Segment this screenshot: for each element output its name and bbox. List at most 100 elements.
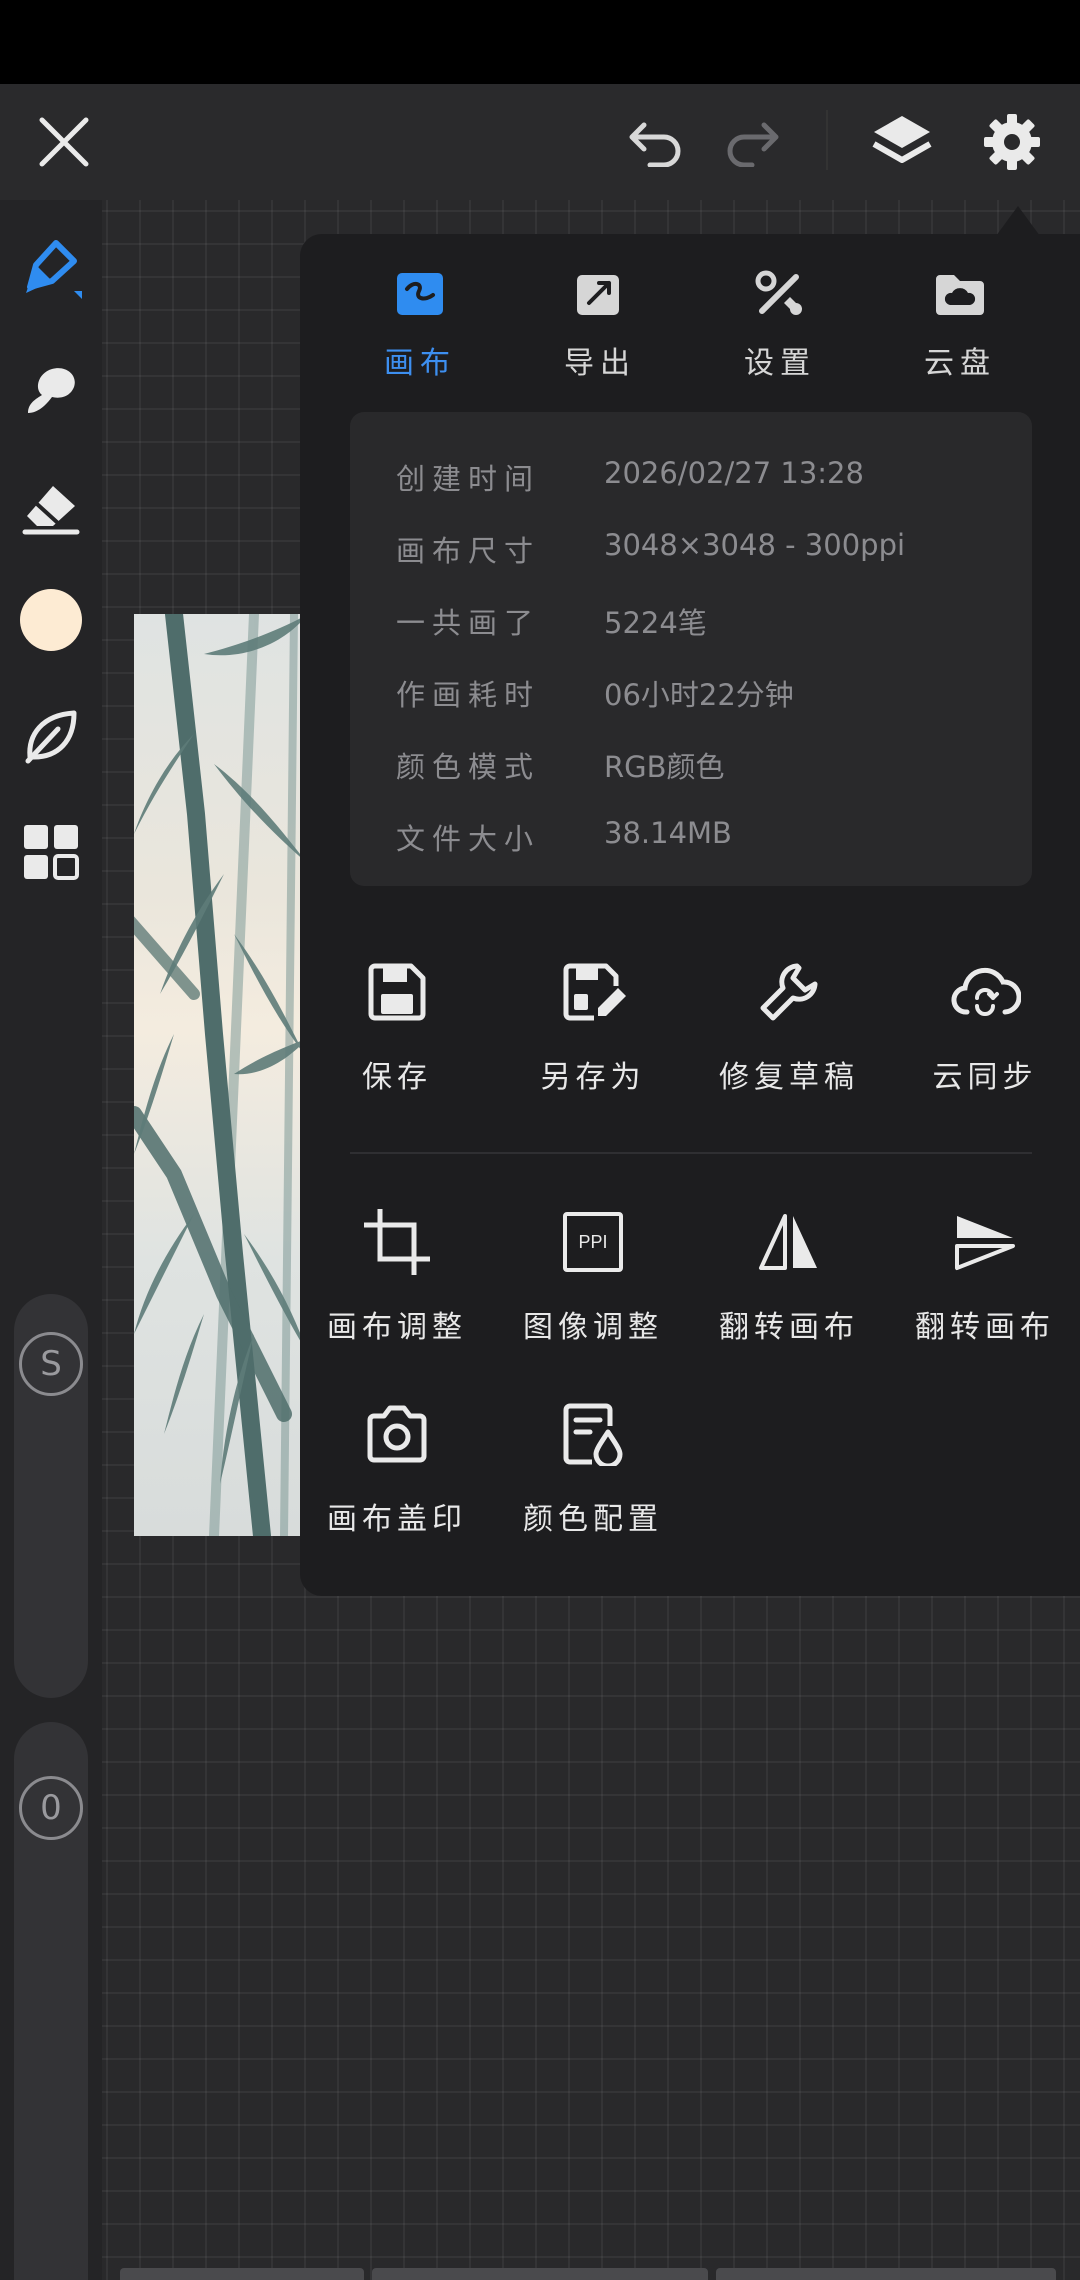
repair-draft-button[interactable]: 修复草稿 (694, 954, 884, 1124)
wrench-icon (751, 954, 827, 1030)
info-value: 2026/02/27 13:28 (604, 456, 864, 490)
opacity-slider[interactable]: 0 (14, 1722, 88, 2280)
layers-icon (872, 116, 932, 163)
info-row-duration: 作画耗时 06小时22分钟 (396, 672, 1016, 712)
save-label: 保存 (362, 1060, 432, 1095)
canvas-menu-panel: 画布 导出 设置 云盘 创建时间 2026/02/27 13:28 画布尺寸 3… (300, 234, 1080, 1596)
save-as-button[interactable]: 另存为 (498, 954, 688, 1124)
info-row-created: 创建时间 2026/02/27 13:28 (396, 456, 1016, 496)
redo-icon (727, 122, 779, 167)
tab-export[interactable]: 导出 (530, 264, 670, 384)
save-icon (359, 954, 435, 1030)
tab-cloud-drive-label: 云盘 (924, 346, 996, 381)
cloud-sync-label: 云同步 (932, 1060, 1038, 1095)
flip-horizontal-icon (751, 1204, 827, 1280)
image-adjust-button[interactable]: PPI 图像调整 (498, 1204, 688, 1374)
menu-pointer (996, 206, 1040, 236)
image-adjust-label: 图像调整 (523, 1310, 663, 1345)
eraser-icon (22, 486, 80, 535)
grid-tool[interactable] (11, 812, 91, 892)
bamboo-image (134, 614, 308, 1536)
left-toolbar: S 0 (0, 200, 102, 2280)
brush-size-slider[interactable]: S (14, 1294, 88, 1698)
flip-horizontal-button[interactable]: 翻转画布 (694, 1204, 884, 1374)
cloud-sync-icon (947, 954, 1023, 1030)
info-key: 作画耗时 (396, 678, 541, 712)
opacity-knob[interactable]: 0 (19, 1776, 83, 1840)
info-key: 颜色模式 (396, 750, 541, 784)
brush-tool-icon (26, 240, 82, 299)
cloud-sync-button[interactable]: 云同步 (890, 954, 1080, 1124)
save-button[interactable]: 保存 (302, 954, 492, 1124)
tab-canvas[interactable]: 画布 (350, 264, 490, 384)
current-color-icon (20, 589, 82, 651)
canvas-stamp-button[interactable]: 画布盖印 (302, 1396, 492, 1566)
smudge-icon (28, 368, 75, 413)
save-as-icon (555, 954, 631, 1030)
bottom-tab[interactable] (372, 2268, 708, 2280)
canvas-icon (390, 264, 450, 324)
leaf-icon (25, 710, 77, 764)
ppi-icon: PPI (555, 1204, 631, 1280)
smudge-tool[interactable] (11, 350, 91, 430)
info-value: 5224笔 (604, 606, 707, 640)
tab-cloud-drive[interactable]: 云盘 (890, 264, 1030, 384)
color-swatch[interactable] (11, 580, 91, 660)
tab-export-label: 导出 (564, 346, 636, 381)
color-profile-icon (555, 1396, 631, 1472)
cloud-drive-icon (930, 264, 990, 324)
grid-icon (24, 825, 79, 880)
info-value: 3048×3048 - 300ppi (604, 528, 906, 562)
canvas-info-card: 创建时间 2026/02/27 13:28 画布尺寸 3048×3048 - 3… (350, 412, 1032, 886)
settings-tools-icon (750, 264, 810, 324)
close-button[interactable] (24, 102, 104, 182)
tab-canvas-label: 画布 (384, 346, 456, 381)
flip-vertical-button[interactable]: 翻转画布 (890, 1204, 1080, 1374)
info-key: 文件大小 (396, 822, 541, 856)
ppi-icon-text: PPI (563, 1212, 623, 1272)
flip-vertical-icon (947, 1204, 1023, 1280)
bottom-tab[interactable] (716, 2268, 1056, 2280)
leaf-tool[interactable] (11, 696, 91, 776)
brush-tool[interactable] (11, 230, 91, 310)
size-knob[interactable]: S (19, 1332, 83, 1396)
info-key: 画布尺寸 (396, 534, 541, 568)
canvas-stamp-label: 画布盖印 (327, 1502, 467, 1537)
info-row-size: 画布尺寸 3048×3048 - 300ppi (396, 528, 1016, 568)
info-key: 创建时间 (396, 462, 541, 496)
undo-button[interactable] (616, 102, 696, 182)
canvas-adjust-label: 画布调整 (327, 1310, 467, 1345)
eraser-tool[interactable] (11, 466, 91, 546)
artwork-bamboo-painting[interactable] (134, 614, 308, 1536)
close-icon (39, 117, 89, 167)
info-value: RGB颜色 (604, 750, 725, 784)
settings-button[interactable] (972, 102, 1052, 182)
save-as-label: 另存为 (540, 1060, 646, 1095)
info-row-file-size: 文件大小 38.14MB (396, 816, 1016, 856)
info-row-strokes: 一共画了 5224笔 (396, 600, 1016, 640)
export-icon (570, 264, 630, 324)
tab-settings-label: 设置 (744, 346, 816, 381)
undo-icon (629, 122, 681, 167)
layers-button[interactable] (862, 102, 942, 182)
color-profile-button[interactable]: 颜色配置 (498, 1396, 688, 1566)
repair-draft-label: 修复草稿 (719, 1060, 859, 1095)
canvas-adjust-button[interactable]: 画布调整 (302, 1204, 492, 1374)
info-value: 38.14MB (604, 816, 732, 850)
info-row-color-mode: 颜色模式 RGB颜色 (396, 744, 1016, 784)
flip-vertical-label: 翻转画布 (915, 1310, 1055, 1345)
color-profile-label: 颜色配置 (523, 1502, 663, 1537)
crop-icon (359, 1204, 435, 1280)
bottom-tab[interactable] (120, 2268, 364, 2280)
gear-icon (984, 114, 1040, 170)
menu-divider (350, 1152, 1032, 1154)
flip-horizontal-label: 翻转画布 (719, 1310, 859, 1345)
top-toolbar (0, 84, 1080, 200)
info-value: 06小时22分钟 (604, 678, 794, 712)
toolbar-divider (826, 110, 828, 170)
redo-button[interactable] (712, 102, 792, 182)
camera-icon (359, 1396, 435, 1472)
status-bar (0, 0, 1080, 84)
tab-settings[interactable]: 设置 (710, 264, 850, 384)
info-key: 一共画了 (396, 606, 541, 640)
